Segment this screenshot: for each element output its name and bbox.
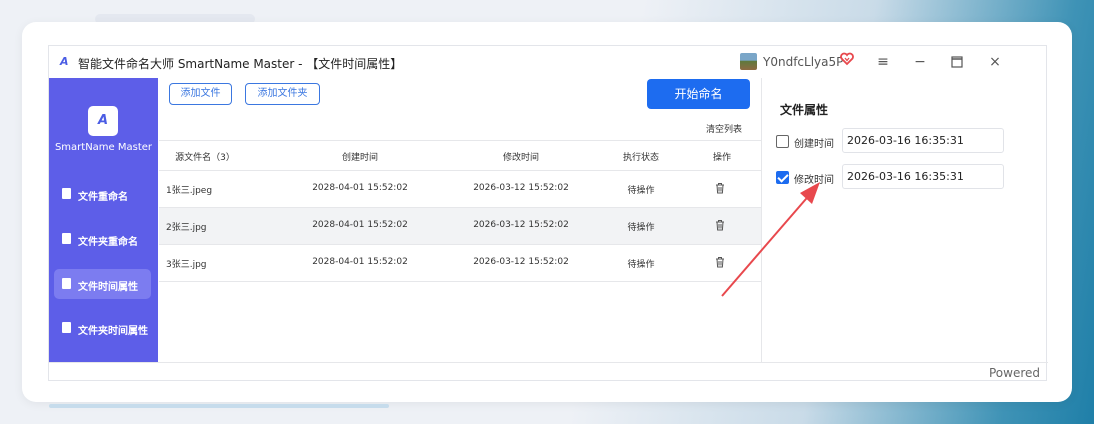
panel-divider [761,78,762,362]
cell-filename: 3张三.jpg [166,260,207,270]
column-header-modified: 修改时间 [502,153,540,163]
decorative-underline [49,404,389,408]
column-header-actions: 操作 [712,153,732,163]
cell-modified: 2026-03-12 15:52:02 [473,220,569,230]
logo-text: SmartName Master [54,142,153,153]
cell-modified: 2026-03-12 15:52:02 [473,257,569,267]
user-avatar[interactable] [740,53,757,70]
add-file-button[interactable]: 添加文件 [169,83,232,105]
trash-icon[interactable] [715,256,725,268]
clear-list-link[interactable]: 清空列表 [706,122,742,135]
vip-heart-icon[interactable] [840,52,854,66]
table-row[interactable]: 1张三.jpeg 2028-04-01 15:52:02 2026-03-12 … [159,171,761,208]
powered-text: Powered [989,366,1041,380]
username[interactable]: Y0ndfcLlya5P [763,55,843,69]
cell-status: 待操作 [627,186,655,196]
document-icon [62,188,71,199]
cell-created: 2028-04-01 15:52:02 [312,183,408,193]
app-logo-icon: A [60,55,69,68]
title-bar: A 智能文件命名大师 SmartName Master - 【文件时间属性】 Y… [49,46,1048,78]
sidebar-item-label: 文件夹时间属性 [78,326,148,337]
created-time-checkbox[interactable] [776,135,789,148]
cell-filename: 1张三.jpeg [166,186,213,196]
sidebar-item-label: 文件夹重命名 [78,237,138,248]
document-icon [62,233,71,244]
modified-time-input[interactable]: 2026-03-16 16:35:31 [842,164,1004,189]
table-row[interactable]: 2张三.jpg 2028-04-01 15:52:02 2026-03-12 1… [159,208,761,245]
cell-modified: 2026-03-12 15:52:02 [473,183,569,193]
start-rename-button[interactable]: 开始命名 [647,79,750,109]
maximize-icon[interactable] [948,53,966,71]
column-header-filename: 源文件名（3） [175,153,235,163]
trash-icon[interactable] [715,219,725,231]
footer-divider [49,362,1048,363]
document-icon [62,322,71,333]
table-header: 源文件名（3） 创建时间 修改时间 执行状态 操作 [159,140,761,171]
cell-status: 待操作 [627,260,655,270]
cell-filename: 2张三.jpg [166,223,207,233]
cell-created: 2028-04-01 15:52:02 [312,220,408,230]
menu-icon[interactable]: ≡ [874,53,892,71]
sidebar: A SmartName Master 文件重命名 文件夹重命名 文件时间属性 文… [49,78,158,362]
column-header-created: 创建时间 [341,153,379,163]
sidebar-item-file-time[interactable]: 文件时间属性 [54,269,151,299]
properties-title: 文件属性 [780,103,829,117]
minimize-icon[interactable]: − [911,53,929,71]
app-window: A 智能文件命名大师 SmartName Master - 【文件时间属性】 Y… [48,45,1048,381]
close-icon[interactable]: × [986,53,1004,71]
add-folder-button[interactable]: 添加文件夹 [245,83,320,105]
created-time-input[interactable]: 2026-03-16 16:35:31 [842,128,1004,153]
trash-icon[interactable] [715,182,725,194]
modified-time-checkbox[interactable] [776,171,789,184]
sidebar-item-folder-time[interactable]: 文件夹时间属性 [54,313,151,343]
sidebar-item-folder-rename[interactable]: 文件夹重命名 [54,224,151,254]
cell-created: 2028-04-01 15:52:02 [312,257,408,267]
sidebar-item-file-rename[interactable]: 文件重命名 [54,179,151,209]
sidebar-item-label: 文件时间属性 [78,282,138,293]
created-time-label[interactable]: 创建时间 [794,135,834,150]
window-title: 智能文件命名大师 SmartName Master - 【文件时间属性】 [78,57,403,71]
table-row[interactable]: 3张三.jpg 2028-04-01 15:52:02 2026-03-12 1… [159,245,761,282]
cell-status: 待操作 [627,223,655,233]
document-icon [62,278,71,289]
modified-time-label[interactable]: 修改时间 [794,171,834,186]
sidebar-item-label: 文件重命名 [78,192,128,203]
column-header-status: 执行状态 [622,153,660,163]
app-logo: A [88,106,118,136]
